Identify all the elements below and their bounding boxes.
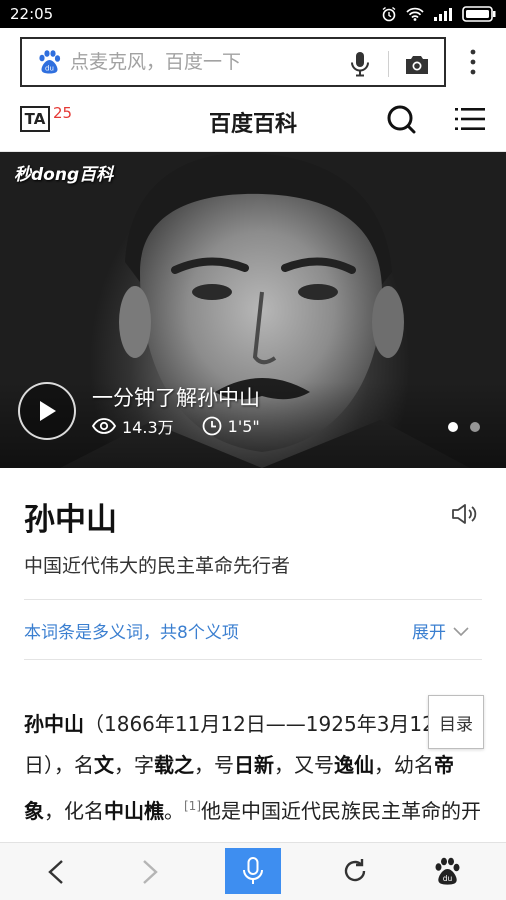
entry-description: 中国近代伟大的民主革命先行者	[24, 555, 291, 577]
search-divider	[388, 51, 389, 77]
bold-term: 逸仙	[334, 753, 374, 777]
eye-icon	[92, 418, 116, 434]
svg-text:du: du	[443, 874, 453, 883]
video-watermark: 秒dong百科	[14, 165, 114, 185]
polysemy-notice[interactable]: 本词条是多义词，共8个义项	[24, 618, 239, 643]
battery-icon	[462, 6, 496, 22]
bold-term: 中山樵	[104, 799, 164, 823]
play-button[interactable]	[18, 382, 76, 440]
voice-search-icon	[243, 857, 263, 884]
speaker-icon[interactable]	[450, 502, 478, 526]
divider	[24, 599, 482, 600]
wifi-icon	[406, 7, 424, 21]
carousel-dot[interactable]	[470, 422, 480, 432]
carousel-dot-active[interactable]	[448, 422, 458, 432]
more-options-icon[interactable]	[464, 48, 482, 76]
search-input[interactable]	[70, 51, 330, 73]
bold-term: 文	[94, 753, 114, 777]
bold-term: 孙中山	[24, 712, 84, 736]
video-title: 一分钟了解孙中山	[92, 386, 260, 410]
expand-label: 展开	[412, 623, 446, 643]
play-icon	[40, 401, 56, 421]
paragraph-text: 。	[164, 799, 184, 823]
svg-text:du: du	[45, 65, 54, 73]
paragraph-text: ，又号	[274, 753, 334, 777]
paragraph-text: ，号	[194, 753, 234, 777]
page-header: TA 25 百度百科	[0, 94, 506, 152]
clock-icon	[202, 416, 222, 436]
toc-label: 目录	[439, 714, 473, 735]
signal-icon	[434, 8, 452, 21]
chevron-down-icon	[453, 626, 469, 636]
voice-search-button[interactable]	[225, 848, 281, 894]
refresh-icon[interactable]	[341, 857, 369, 885]
video-duration: 1'5"	[227, 416, 260, 436]
bold-term: 日新	[234, 753, 274, 777]
hero-video[interactable]: 秒dong百科 一分钟了解孙中山 14.3万 1'5"	[0, 152, 506, 468]
status-bar: 22:05	[0, 0, 506, 28]
alarm-icon	[382, 6, 396, 22]
search-icon[interactable]	[385, 103, 417, 135]
search-box[interactable]: du	[20, 37, 446, 87]
expand-button[interactable]: 展开	[412, 618, 470, 643]
baidu-paw-icon: du	[39, 50, 61, 74]
paragraph-text: ，化名	[44, 799, 104, 823]
bold-term: 载之	[154, 753, 194, 777]
forward-icon[interactable]	[138, 858, 162, 886]
camera-icon[interactable]	[404, 52, 430, 76]
bottom-nav: du	[0, 842, 506, 900]
page-title: 百度百科	[208, 112, 297, 137]
carousel-dots	[448, 422, 480, 432]
toc-button[interactable]: 目录	[428, 695, 484, 749]
mic-icon[interactable]	[348, 51, 372, 77]
menu-icon[interactable]	[455, 106, 485, 132]
back-icon[interactable]	[44, 858, 68, 886]
view-count: 14.3万	[122, 418, 174, 437]
video-meta: 14.3万 1'5"	[92, 414, 260, 438]
entry-title: 孙中山	[24, 502, 117, 538]
search-row: du	[0, 28, 506, 94]
baidu-home-icon[interactable]: du	[432, 856, 462, 886]
paragraph-text: ，字	[114, 753, 154, 777]
status-time: 22:05	[10, 5, 54, 23]
citation-link[interactable]: [1]	[184, 799, 201, 813]
paragraph-text: ，幼名	[374, 753, 434, 777]
divider	[24, 659, 482, 660]
